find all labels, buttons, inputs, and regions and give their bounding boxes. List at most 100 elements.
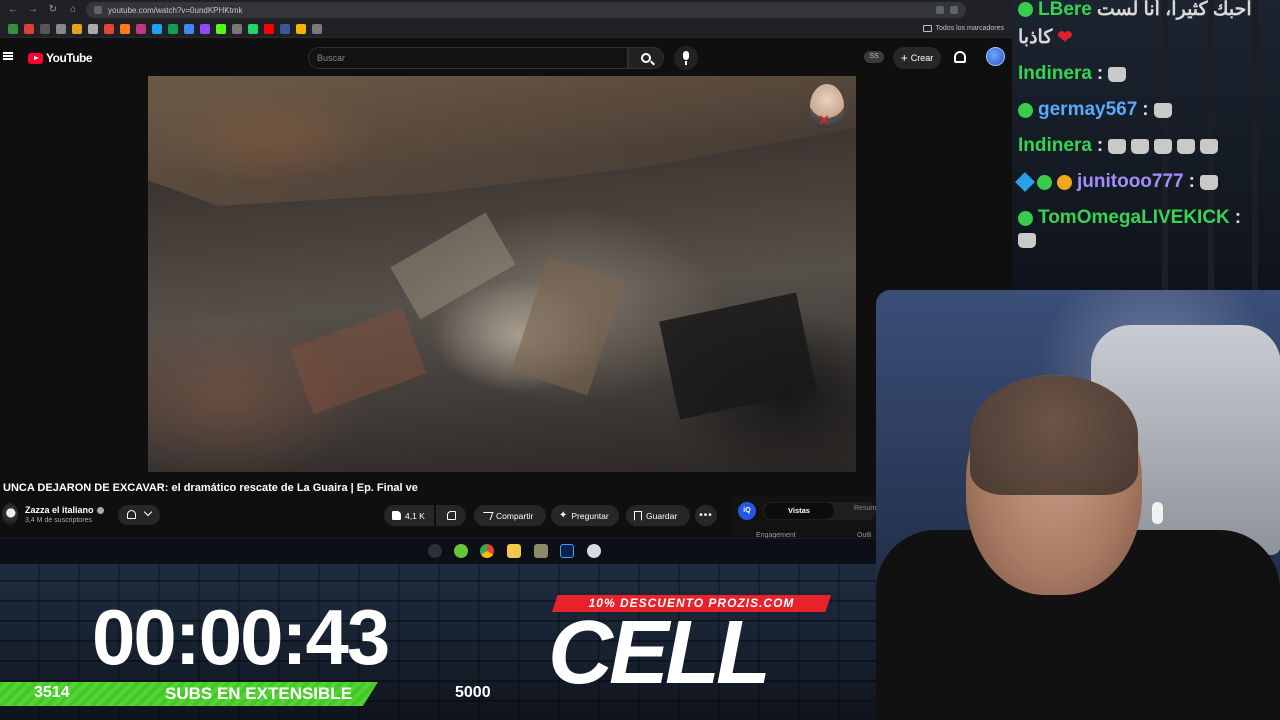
bookmark-icon[interactable]: [248, 23, 258, 34]
chat-text: :: [1096, 135, 1104, 156]
ask-button[interactable]: ✦ Preguntar: [551, 505, 619, 526]
create-button[interactable]: + Crear: [893, 47, 941, 69]
chat-text: احبك كثيرا، أنا لست: [1096, 0, 1252, 20]
bookmark-icon: [634, 510, 642, 521]
chat-message: germay567 :: [1018, 99, 1172, 121]
chat-text: :: [1188, 171, 1195, 192]
bookmark-icon[interactable]: [8, 23, 18, 34]
bookmark-icon[interactable]: [296, 23, 306, 34]
tab-vistas[interactable]: Vistas: [764, 503, 834, 519]
share-button[interactable]: Compartir: [474, 505, 546, 526]
all-bookmarks-folder[interactable]: Todos los marcadores: [922, 25, 1004, 32]
mic-icon: [683, 51, 689, 65]
earbud: [1152, 502, 1163, 524]
verified-icon: [96, 506, 104, 514]
bookmark-icon[interactable]: [40, 23, 50, 34]
bookmark-icon[interactable]: [200, 23, 210, 34]
video-frame: [289, 307, 427, 415]
bookmark-icon[interactable]: [312, 23, 322, 34]
emote-icon: [1108, 138, 1127, 154]
gift-badge-icon: [1057, 174, 1072, 190]
bookmark-icon[interactable]: [104, 23, 114, 34]
subscription-bell-button[interactable]: [118, 505, 160, 525]
bookmark-icon[interactable]: [136, 23, 146, 34]
subscriber-count: 3,4 M de suscriptores: [25, 517, 92, 524]
dislike-button[interactable]: [436, 505, 466, 526]
account-avatar[interactable]: [986, 47, 1005, 66]
browser-toolbar: ← → ↻ ⌂ youtube.com/watch?v=0undKPHKtmk: [0, 0, 1012, 20]
emote-icon: [1200, 138, 1219, 154]
reload-icon[interactable]: ↻: [46, 3, 60, 17]
video-frame: [390, 212, 516, 320]
heart-icon: ❤: [1057, 27, 1073, 47]
emote-icon: [1154, 138, 1173, 154]
bell-icon[interactable]: [954, 51, 966, 63]
emote-icon: [1108, 66, 1127, 82]
youtube-logo[interactable]: YouTube: [28, 51, 93, 65]
bookmark-icon[interactable]: [184, 23, 194, 34]
chat-username[interactable]: germay567: [1038, 99, 1137, 121]
chat-username[interactable]: Indinera: [1018, 63, 1092, 85]
plus-icon: +: [900, 51, 908, 65]
zoom-icon[interactable]: [936, 6, 944, 14]
search-button[interactable]: [628, 47, 664, 69]
bookmark-icon[interactable]: [216, 23, 226, 34]
forward-icon[interactable]: →: [26, 3, 40, 17]
address-bar[interactable]: youtube.com/watch?v=0undKPHKtmk: [86, 2, 966, 18]
chat-username[interactable]: TomOmegaLIVEKICK: [1038, 207, 1230, 229]
star-icon[interactable]: [950, 6, 958, 14]
emote-icon: [1199, 174, 1218, 190]
chat-username[interactable]: junitooo777: [1077, 171, 1184, 193]
video-frame: [659, 292, 817, 420]
bookmark-icon[interactable]: [168, 23, 178, 34]
like-icon: [392, 511, 401, 520]
chat-message: TomOmegaLIVEKICK :: [1018, 207, 1241, 229]
url-text: youtube.com/watch?v=0undKPHKtmk: [108, 5, 243, 15]
bookmark-icon[interactable]: [280, 23, 290, 34]
back-icon[interactable]: ←: [6, 3, 20, 17]
bookmark-icon[interactable]: [72, 23, 82, 34]
search-input[interactable]: Buscar: [308, 47, 628, 69]
menu-icon[interactable]: [3, 52, 13, 60]
chat-text: :: [1096, 63, 1104, 84]
chrome-icon[interactable]: [480, 544, 494, 558]
taskbar-app-icon[interactable]: [454, 544, 468, 558]
voice-search-button[interactable]: [674, 46, 698, 70]
folder-icon[interactable]: [507, 544, 521, 558]
site-info-icon[interactable]: [94, 6, 102, 14]
bookmark-icon[interactable]: [120, 23, 130, 34]
youtube-header: YouTube Buscar SS + Crear: [0, 38, 1012, 76]
home-icon[interactable]: ⌂: [66, 3, 80, 17]
bookmark-icon[interactable]: [56, 23, 66, 34]
tab-resumen[interactable]: Resum: [854, 505, 876, 512]
taskbar-app-icon[interactable]: [587, 544, 601, 558]
chat-message-continued: [1018, 233, 1036, 248]
video-frame: [511, 256, 625, 396]
more-actions-button[interactable]: •••: [695, 505, 717, 526]
ask-label: Preguntar: [571, 510, 609, 521]
bookmark-icon[interactable]: [152, 23, 162, 34]
brand-logo: CELL: [548, 603, 771, 703]
channel-name[interactable]: Zazza el italiano: [25, 505, 104, 515]
sub-badge-icon: [1018, 102, 1033, 118]
vidiq-logo[interactable]: iQ: [738, 502, 756, 520]
chat-username[interactable]: LBere: [1038, 0, 1092, 21]
taskbar-app-icon[interactable]: [534, 544, 548, 558]
bookmark-icon[interactable]: [232, 23, 242, 34]
video-player[interactable]: [148, 76, 856, 472]
chat-username[interactable]: Indinera: [1018, 135, 1092, 157]
stream-timer: 00:00:43: [92, 593, 390, 681]
ss-badge[interactable]: SS: [864, 51, 884, 63]
like-count: 4,1 K: [405, 510, 425, 521]
bookmark-icon[interactable]: [264, 23, 274, 34]
sub-badge-icon: [1037, 174, 1052, 190]
taskbar-app-icon[interactable]: [428, 544, 442, 558]
bookmark-icon[interactable]: [24, 23, 34, 34]
save-button[interactable]: Guardar: [626, 505, 690, 526]
channel-avatar[interactable]: [2, 503, 18, 525]
photoshop-icon[interactable]: [560, 544, 574, 558]
like-button[interactable]: 4,1 K: [384, 505, 434, 526]
emote-icon: [1131, 138, 1150, 154]
bell-icon: [127, 510, 136, 519]
bookmark-icon[interactable]: [88, 23, 98, 34]
